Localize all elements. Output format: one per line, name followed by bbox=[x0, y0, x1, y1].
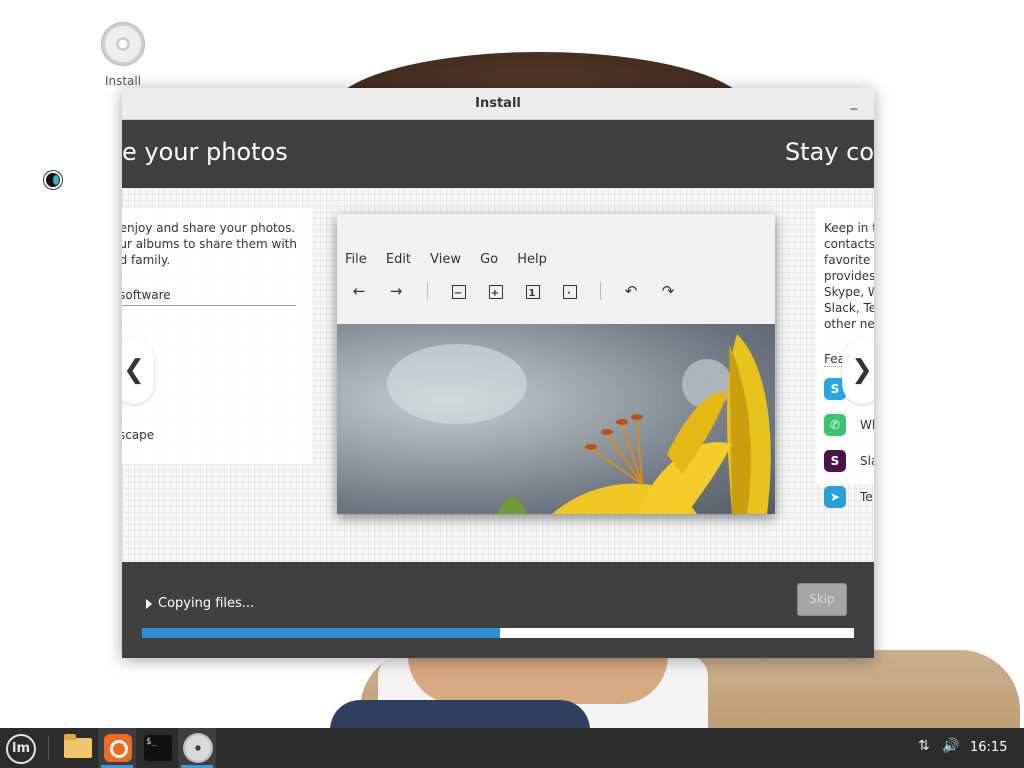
left-slide-description: , enjoy and share your photos. our album… bbox=[122, 220, 297, 268]
status-text: Copying files... bbox=[158, 596, 255, 611]
progress-panel: Copying files... Skip bbox=[122, 562, 874, 658]
disc-icon bbox=[183, 733, 213, 763]
slide-title-right: Stay co bbox=[784, 138, 874, 166]
taskbar-separator bbox=[48, 736, 49, 760]
right-desc-line: other net bbox=[824, 317, 874, 331]
right-desc-line: provides bbox=[824, 269, 874, 283]
slack-icon: S bbox=[824, 450, 846, 472]
taskbar-firefox[interactable] bbox=[98, 728, 136, 768]
forward-arrow-icon: → bbox=[389, 282, 403, 300]
app-name: Te bbox=[860, 490, 873, 504]
status-expander[interactable]: Copying files... bbox=[146, 596, 254, 611]
lily-flower-image bbox=[387, 334, 771, 514]
screenshot-menubar: File Edit View Go Help bbox=[345, 248, 561, 268]
app-row-telegram: ➤ Te bbox=[824, 486, 874, 508]
wallpaper-bowtie bbox=[330, 700, 590, 728]
volume-icon[interactable]: 🔊 bbox=[942, 738, 959, 754]
left-features-title: l software bbox=[122, 288, 296, 306]
app-row-whatsapp: ✆ Wh bbox=[824, 414, 874, 436]
start-menu-button[interactable]: lm bbox=[6, 734, 36, 764]
window-titlebar[interactable]: Install _ bbox=[122, 88, 874, 120]
terminal-icon: $_ bbox=[144, 735, 172, 761]
skip-button[interactable]: Skip bbox=[797, 583, 847, 616]
taskbar-terminal[interactable]: $_ bbox=[138, 728, 176, 768]
left-desc-line: , enjoy and share your photos. bbox=[122, 221, 296, 235]
app-name: Sla bbox=[860, 454, 874, 468]
expander-arrow-icon bbox=[146, 598, 152, 609]
back-arrow-icon: ← bbox=[352, 282, 366, 300]
network-icon[interactable]: ⇅ bbox=[918, 738, 930, 754]
zoom-fit-icon: · bbox=[559, 281, 579, 301]
right-desc-line: Slack, Tel bbox=[824, 301, 874, 315]
prev-slide-button[interactable]: ❮ bbox=[122, 340, 154, 404]
menu-go: Go bbox=[480, 252, 499, 267]
zoom-normal-icon: 1 bbox=[522, 281, 542, 301]
folder-icon bbox=[64, 734, 92, 758]
taskbar-files[interactable] bbox=[58, 728, 96, 768]
rotate-left-icon: ↶ bbox=[624, 282, 638, 300]
progress-bar bbox=[142, 628, 854, 638]
left-desc-line: our albums to share them with bbox=[122, 237, 297, 251]
minimize-button[interactable]: _ bbox=[844, 92, 864, 112]
slideshow-area: , enjoy and share your photos. our album… bbox=[122, 188, 874, 562]
slideshow-banner: e your photos Stay co bbox=[122, 120, 874, 188]
progress-bar-fill bbox=[142, 628, 501, 638]
install-window: Install _ e your photos Stay co , enjoy … bbox=[122, 88, 874, 658]
menu-edit: Edit bbox=[385, 252, 412, 267]
screenshot-toolbar: ← → − + 1 · ↶ ↷ bbox=[337, 278, 775, 304]
clock[interactable]: 16:15 bbox=[970, 740, 1007, 755]
app-name: Wh bbox=[860, 418, 874, 432]
telegram-icon: ➤ bbox=[824, 486, 846, 508]
app-screenshot: File Edit View Go Help ← → − + 1 · ↶ ↷ bbox=[337, 214, 775, 514]
desktop-icon-label: Install bbox=[104, 74, 142, 88]
right-desc-line: contacts, bbox=[824, 237, 874, 251]
toolbar-separator bbox=[427, 282, 428, 300]
menu-help: Help bbox=[517, 252, 547, 267]
wallpaper-neck bbox=[408, 656, 668, 704]
right-desc-line: Keep in t bbox=[824, 221, 874, 235]
right-desc-line: Skype, W bbox=[824, 285, 874, 299]
toolbar-separator bbox=[600, 282, 601, 300]
software-item: kscape bbox=[122, 428, 155, 442]
disc-icon bbox=[101, 22, 145, 66]
zoom-out-icon: − bbox=[448, 281, 468, 301]
left-slide-card: , enjoy and share your photos. our album… bbox=[122, 208, 312, 464]
right-slide-description: Keep in t contacts, favorite s provides … bbox=[824, 220, 874, 332]
slide-title-left: e your photos bbox=[122, 138, 288, 166]
taskbar-installer[interactable] bbox=[178, 728, 216, 768]
right-desc-line: favorite s bbox=[824, 253, 874, 267]
menu-file: File bbox=[345, 252, 367, 267]
left-desc-line: nd family. bbox=[122, 253, 171, 267]
lily-photo bbox=[337, 324, 775, 514]
firefox-icon bbox=[104, 734, 132, 762]
menu-view: View bbox=[430, 252, 461, 267]
next-slide-button[interactable]: ❯ bbox=[842, 340, 874, 404]
zoom-in-icon: + bbox=[485, 281, 505, 301]
mouse-cursor-icon bbox=[44, 171, 62, 189]
window-title: Install bbox=[475, 96, 521, 111]
whatsapp-icon: ✆ bbox=[824, 414, 846, 436]
desktop-install-icon[interactable]: Install bbox=[96, 22, 150, 88]
app-row-slack: S Sla bbox=[824, 450, 874, 472]
taskbar: lm $_ ⇅ 🔊 16:15 bbox=[0, 728, 1024, 768]
rotate-right-icon: ↷ bbox=[661, 282, 675, 300]
